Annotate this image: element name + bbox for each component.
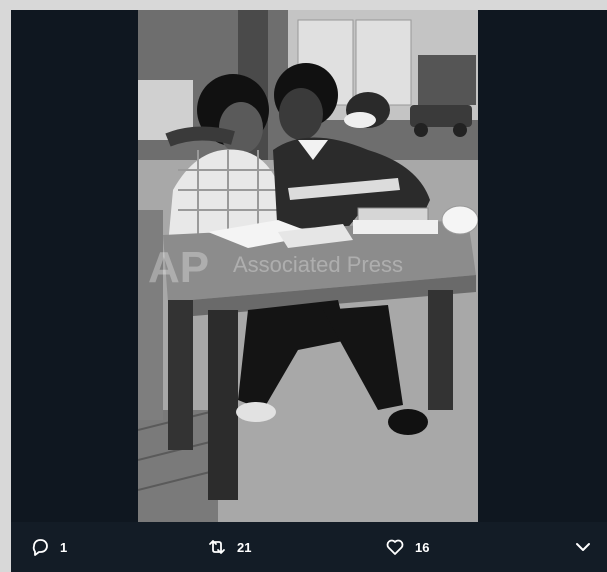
reply-count: 1 [60, 539, 68, 555]
media-viewer: AP Associated Press 1 21 16 [11, 10, 607, 572]
chevron-down-icon[interactable] [573, 537, 593, 557]
watermark-logo: AP [148, 243, 209, 292]
heart-icon [386, 539, 404, 555]
tweet-photo[interactable]: AP Associated Press [138, 10, 478, 522]
retweet-button[interactable]: 21 [207, 522, 251, 572]
reply-button[interactable]: 1 [30, 522, 67, 572]
retweet-count: 21 [237, 539, 252, 555]
reply-icon [32, 539, 48, 556]
retweet-icon [209, 540, 225, 554]
photo-image: AP Associated Press [138, 10, 478, 522]
like-count: 16 [415, 539, 430, 555]
like-button[interactable]: 16 [385, 522, 429, 572]
tweet-action-bar: 1 21 16 [11, 522, 607, 572]
watermark-text: Associated Press [233, 252, 403, 277]
